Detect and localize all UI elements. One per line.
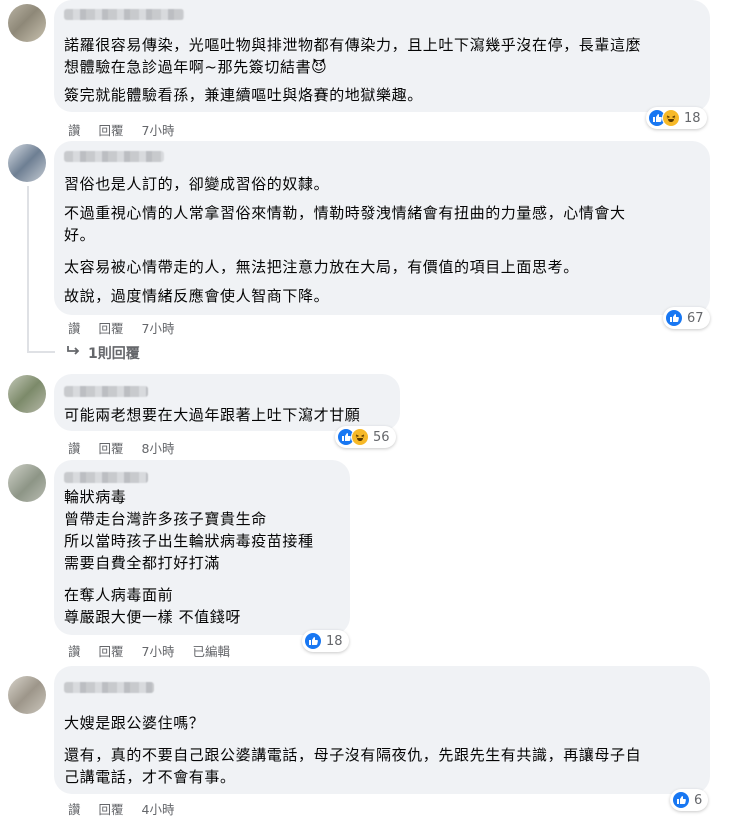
- like-icon: [672, 791, 690, 809]
- reply-action[interactable]: 回覆: [99, 641, 124, 660]
- reaction-count: 56: [373, 429, 390, 445]
- comment-actions: 讚 回覆 4小時: [68, 799, 174, 818]
- commenter-name-redacted[interactable]: [64, 682, 154, 693]
- reply-action[interactable]: 回覆: [99, 799, 124, 818]
- reaction-count: 18: [684, 110, 701, 126]
- comment-paragraph: 還有，真的不要自己跟公婆講電話，母子沒有隔夜仇，先跟先生有共識，再讓母子自 己講…: [64, 746, 642, 786]
- reaction-summary[interactable]: 56: [335, 426, 396, 448]
- comment-actions: 讚 回覆 7小時 已編輯: [68, 641, 230, 660]
- like-icon: [304, 632, 322, 650]
- timestamp[interactable]: 7小時: [142, 641, 175, 660]
- comment-paragraph: 不過重視心情的人常拿習俗來情勒，情勒時發洩情緒會有扭曲的力量感，心情會大 好。: [64, 204, 626, 244]
- comment-paragraph: 大嫂是跟公婆住嗎？: [64, 714, 205, 732]
- thread-line: [27, 351, 55, 353]
- comment-bubble: 習俗也是人訂的，卻變成習俗的奴隸。 不過重視心情的人常拿習俗來情勒，情勒時發洩情…: [54, 141, 710, 315]
- avatar[interactable]: [8, 676, 46, 714]
- reply-action[interactable]: 回覆: [99, 438, 124, 457]
- haha-icon: [351, 428, 369, 446]
- timestamp[interactable]: 7小時: [142, 318, 175, 337]
- avatar[interactable]: [8, 464, 46, 502]
- comment-paragraph: 簽完就能體驗看孫，兼連續嘔吐與烙賽的地獄樂趣。: [64, 86, 423, 104]
- replies-count-label: 1則回覆: [88, 346, 140, 362]
- comment-paragraph: 在奪人病毒面前 尊嚴跟大便一樣 不值錢呀: [64, 586, 241, 626]
- thread-line: [27, 186, 29, 352]
- timestamp[interactable]: 8小時: [142, 438, 175, 457]
- commenter-name-redacted[interactable]: [64, 151, 164, 162]
- comment-paragraph: 可能兩老想要在大過年跟著上吐下瀉才甘願: [64, 406, 361, 424]
- like-action[interactable]: 讚: [68, 120, 81, 139]
- comment-paragraph: 太容易被心情帶走的人，無法把注意力放在大局，有價值的項目上面思考。: [64, 258, 579, 276]
- reaction-summary[interactable]: 67: [663, 307, 710, 329]
- comment-paragraph: 輪狀病毒 曾帶走台灣許多孩子寶貴生命 所以當時孩子出生輪狀病毒疫苗接種 需要自費…: [64, 488, 314, 572]
- comment-paragraph: 習俗也是人訂的，卻變成習俗的奴隸。: [64, 175, 330, 193]
- comment-actions: 讚 回覆 7小時: [68, 120, 174, 139]
- like-action[interactable]: 讚: [68, 799, 81, 818]
- comment-actions: 讚 回覆 8小時: [68, 438, 174, 457]
- timestamp[interactable]: 7小時: [142, 120, 175, 139]
- avatar[interactable]: [8, 4, 46, 42]
- comment-paragraph: 諾羅很容易傳染，光嘔吐物與排泄物都有傳染力，且上吐下瀉幾乎沒在停，長輩這麼 想體…: [64, 36, 642, 76]
- reaction-count: 6: [694, 792, 703, 808]
- reaction-summary[interactable]: 18: [302, 630, 349, 652]
- comment-bubble: 諾羅很容易傳染，光嘔吐物與排泄物都有傳染力，且上吐下瀉幾乎沒在停，長輩這麼 想體…: [54, 0, 710, 112]
- commenter-name-redacted[interactable]: [64, 9, 184, 20]
- comment-bubble: 大嫂是跟公婆住嗎？ 還有，真的不要自己跟公婆講電話，母子沒有隔夜仇，先跟先生有共…: [54, 666, 710, 794]
- reaction-count: 18: [326, 633, 343, 649]
- like-action[interactable]: 讚: [68, 641, 81, 660]
- reaction-summary[interactable]: 6: [670, 789, 709, 811]
- commenter-name-redacted[interactable]: [64, 472, 148, 483]
- comment-bubble: 可能兩老想要在大過年跟著上吐下瀉才甘願: [54, 374, 400, 431]
- avatar[interactable]: [8, 144, 46, 182]
- reply-action[interactable]: 回覆: [99, 120, 124, 139]
- comment-paragraph: 故說，過度情緒反應會使人智商下降。: [64, 287, 330, 305]
- reaction-count: 67: [687, 310, 704, 326]
- commenter-name-redacted[interactable]: [64, 386, 148, 397]
- like-action[interactable]: 讚: [68, 318, 81, 337]
- like-icon: [665, 309, 683, 327]
- comment-bubble: 輪狀病毒 曾帶走台灣許多孩子寶貴生命 所以當時孩子出生輪狀病毒疫苗接種 需要自費…: [54, 460, 350, 635]
- haha-icon: [662, 109, 680, 127]
- edited-label: 已編輯: [192, 644, 230, 659]
- view-replies-link[interactable]: 1則回覆: [66, 343, 140, 363]
- reaction-summary[interactable]: 18: [646, 107, 707, 129]
- comment-actions: 讚 回覆 7小時: [68, 318, 174, 337]
- reply-arrow-icon: [66, 345, 82, 361]
- reply-action[interactable]: 回覆: [99, 318, 124, 337]
- timestamp[interactable]: 4小時: [142, 799, 175, 818]
- avatar[interactable]: [8, 375, 46, 413]
- like-action[interactable]: 讚: [68, 438, 81, 457]
